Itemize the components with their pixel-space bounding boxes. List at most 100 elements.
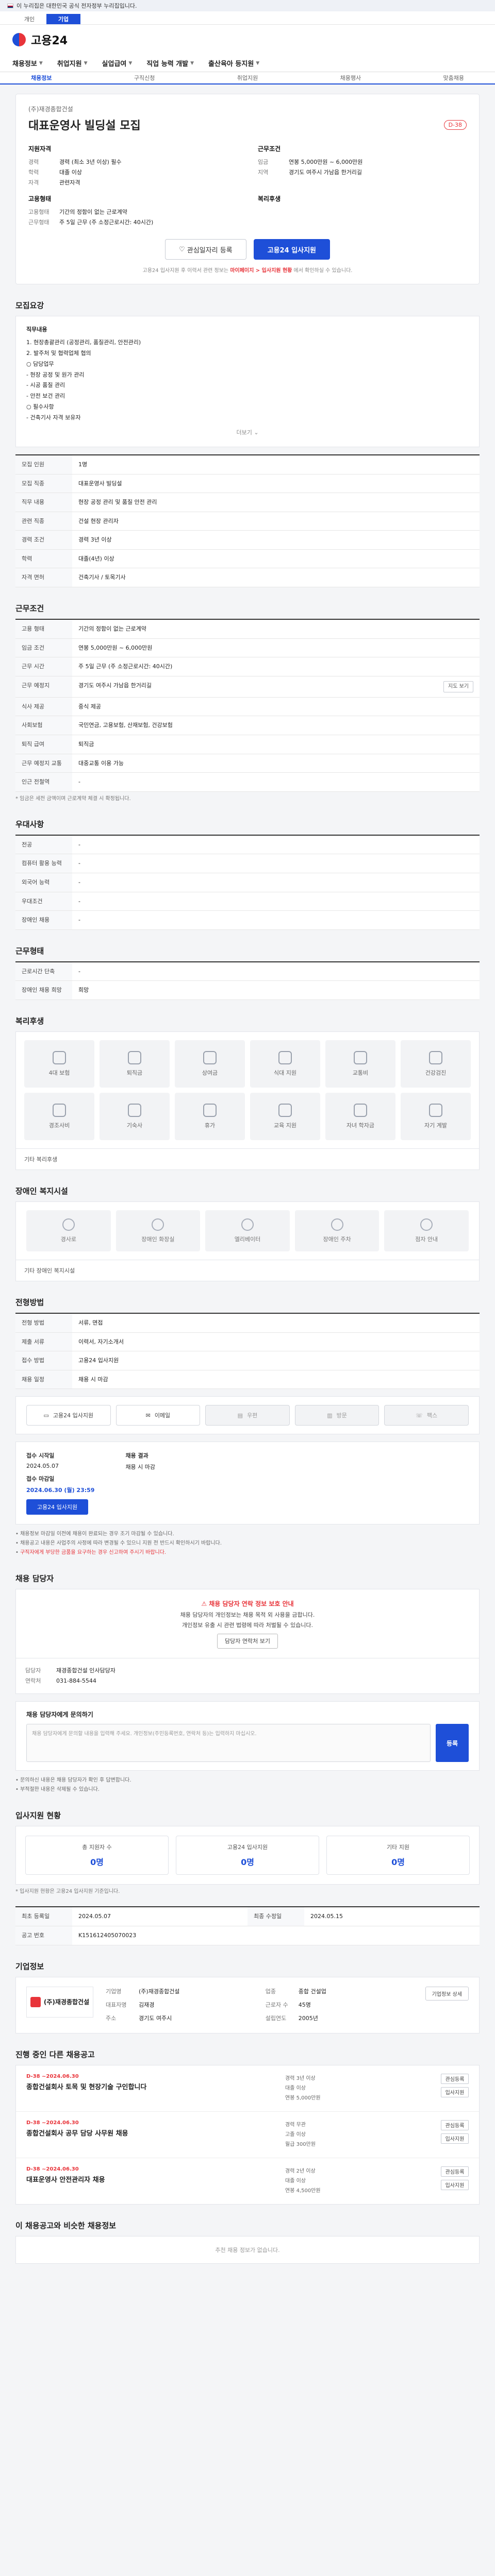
row-key: 근무 시간 <box>15 657 72 676</box>
job-title-text: 대표운영사 빌딩설 모집 <box>28 120 141 132</box>
deadline-apply-button[interactable]: 고용24 입사지원 <box>26 1499 88 1515</box>
disability-label: 점자 안내 <box>415 1235 438 1243</box>
nav-skill-development[interactable]: 직업 능력 개발 ▼ <box>146 58 194 68</box>
company-name[interactable]: (주)재경종합건설 <box>28 105 467 113</box>
job-info: D-38 ~2024.06.30 종합건설회사 토목 및 현장기술 구인합니다 <box>26 2074 243 2103</box>
apply-button[interactable]: 입사지원 <box>441 2133 469 2144</box>
welfare-block: 복리후생 <box>258 194 467 228</box>
table-row: 인근 전철역 - <box>15 772 480 792</box>
subnav-jobs[interactable]: 채용정보 <box>31 74 52 82</box>
nav-unemployment-benefit[interactable]: 실업급여 ▼ <box>102 58 133 68</box>
interest-button[interactable]: ♡ 관심일자리 등록 <box>164 239 246 260</box>
apply-button[interactable]: 입사지원 <box>441 2179 469 2190</box>
korea-flag-icon <box>7 3 13 8</box>
insurance-icon <box>53 1050 66 1064</box>
subnav-support[interactable]: 취업지원 <box>237 74 258 82</box>
row-key: 학력 <box>15 549 72 569</box>
employment-form-block: 고용형태 고용형태 기간의 정함이 없는 근로계약 근무형태 주 5일 근무 (주 … <box>28 194 237 228</box>
subnav-custom[interactable]: 맞춤채용 <box>443 74 464 82</box>
job-meta: 경력 2년 이상 대졸 이상 연봉 4,500만원 <box>285 2166 399 2196</box>
apply-button[interactable]: 입사지원 <box>441 2087 469 2097</box>
row-key: 제출 서류 <box>15 1332 72 1352</box>
subnav-events[interactable]: 채용행사 <box>340 74 361 82</box>
address-text: 경기도 여주시 가남읍 한거리길 <box>78 682 152 689</box>
stats-row: 총 지원자 수 0명 고용24 입사지원 0명 기타 지원 0명 <box>15 1826 480 1885</box>
registration-table: 최초 등록일 2024.05.07 최종 수정일 2024.05.15 공고 번호 K… <box>15 1906 480 1945</box>
kv-key: 학력 <box>28 169 39 176</box>
subnav-job-seek[interactable]: 구직신청 <box>134 74 155 82</box>
duty-line: ○ 담당업무 <box>26 360 54 367</box>
notice-text: 에서 확인하실 수 있습니다. <box>293 268 353 274</box>
monitor-icon: ▭ <box>43 1412 49 1419</box>
row-value: - <box>72 892 480 911</box>
inquiry-submit-button[interactable]: 등록 <box>436 1724 469 1762</box>
site-logo[interactable]: 고용24 <box>31 31 68 48</box>
row-key: 근무 예정지 교통 <box>15 754 72 773</box>
section-prefer: 우대사항 <box>15 819 480 829</box>
row-key: 자격 면허 <box>15 568 72 588</box>
welfare-label: 휴가 <box>204 1122 216 1129</box>
tab-personal[interactable]: 개인 <box>12 14 46 24</box>
nav-jobs[interactable]: 채용정보 ▼ <box>12 58 43 68</box>
duty-line: ○ 필수사항 <box>26 403 54 411</box>
kv-key: 자격 <box>28 179 39 186</box>
nav-childcare-support[interactable]: 출산육아 등지원 ▼ <box>208 58 259 68</box>
bullet-text: 채용정보 마감일 이전에 채용이 완료되는 경우 조기 마감될 수 있습니다. <box>20 1531 174 1537</box>
inquiry-box: 채용 담당자에게 문의할 내용을 입력해 주세요. 개인정보(주민등록번호, 연… <box>26 1724 469 1762</box>
inquiry-textarea[interactable]: 채용 담당자에게 문의할 내용을 입력해 주세요. 개인정보(주민등록번호, 연… <box>26 1724 431 1762</box>
duty-more-button[interactable]: 더보기 ⌄ <box>26 428 469 438</box>
meta-line: 대졸 이상 <box>285 2085 306 2091</box>
welfare-item: 식대 지원 <box>250 1040 320 1088</box>
kv-value: (주)재경종합건설 <box>139 1988 180 1995</box>
inquiry-section: 채용 담당자에게 문의하기 채용 담당자에게 문의할 내용을 입력해 주세요. … <box>15 1701 480 1771</box>
action-buttons: ♡ 관심일자리 등록 고용24 입사지원 <box>28 239 467 260</box>
apply-method-post: ▤ 우편 <box>205 1405 290 1426</box>
job-link[interactable]: 종합건설회사 공무 담당 사무원 채용 <box>26 2128 243 2138</box>
kv-key: 경력 <box>28 159 39 165</box>
list-item: D-38 ~2024.06.30 종합건설회사 토목 및 현장기술 구인합니다 경… <box>16 2065 479 2112</box>
company-detail-button[interactable]: 기업정보 상세 <box>425 1986 469 2001</box>
row-key: 전형 방법 <box>15 1313 72 1333</box>
table-row: 학력 대졸(4년) 이상 <box>15 549 480 569</box>
row-key: 우대조건 <box>15 892 72 911</box>
row-value: 서류, 면접 <box>72 1313 480 1333</box>
job-link[interactable]: 종합건설회사 토목 및 현장기술 구인합니다 <box>26 2081 243 2091</box>
welfare-item: 휴가 <box>175 1092 245 1140</box>
bullet-text: 문의하신 내용은 채용 담당자가 확인 후 답변합니다. <box>20 1777 131 1784</box>
stat-card: 기타 지원 0명 <box>326 1836 470 1875</box>
nav-employment-support[interactable]: 취업지원 ▼ <box>57 58 88 68</box>
table-row: 퇴직 급여 퇴직금 <box>15 735 480 754</box>
bullet-text: 채용공고 내용은 사업주의 사정에 따라 변경될 수 있으니 지원 전 반드시 … <box>20 1540 222 1547</box>
row-key: 접수 방법 <box>15 1351 72 1370</box>
welfare-item: 교통비 <box>325 1040 395 1088</box>
row-value: 건설 현장 관리자 <box>72 512 480 531</box>
fax-icon: ☏ <box>416 1412 423 1419</box>
prefer-table: 전공 - 컴퓨터 활용 능력 - 외국어 능력 - 우대조건 - 장애인 채용 - <box>15 834 480 930</box>
welfare-item: 건강검진 <box>401 1040 471 1088</box>
building-icon: ▥ <box>327 1412 333 1419</box>
notice-highlight[interactable]: 마이페이지 > 입사지원 현황 <box>230 268 292 274</box>
job-link[interactable]: 대표운영사 안전관리자 채용 <box>26 2174 243 2184</box>
interest-button[interactable]: 관심등록 <box>441 2166 469 2177</box>
job-dday: D-38 ~2024.06.30 <box>26 2120 79 2126</box>
map-button[interactable]: 지도 보기 <box>443 681 473 692</box>
row-key: 외국어 능력 <box>15 873 72 892</box>
duty-line: - 안전 보건 관리 <box>26 393 65 400</box>
section-other-jobs: 진행 중인 다른 채용공고 <box>15 2049 480 2060</box>
apply-button[interactable]: 고용24 입사지원 <box>253 239 331 260</box>
welfare-label: 기숙사 <box>126 1122 143 1129</box>
interest-button[interactable]: 관심등록 <box>441 2120 469 2130</box>
disability-grid: 경사로 장애인 화장실 엘리베이터 장애인 주차 점자 안내 <box>15 1201 480 1260</box>
row-value: 고용24 입사지원 <box>72 1351 480 1370</box>
braille-icon <box>420 1218 433 1231</box>
row-value: 국민연금, 고용보험, 산재보험, 건강보험 <box>72 716 480 736</box>
interest-button[interactable]: 관심등록 <box>441 2073 469 2084</box>
condition-block: 근무조건 임금 연봉 5,000만원 ~ 6,000만원 지역 경기도 여주시 가남… <box>258 144 467 188</box>
table-row: 근무 시간 주 5일 근무 (주 소정근로시간: 40시간) <box>15 657 480 676</box>
tab-business[interactable]: 기업 <box>46 14 80 24</box>
logo-icon[interactable] <box>12 33 26 46</box>
kv-value: 김재경 <box>139 2001 155 2008</box>
show-contact-button[interactable]: 담당자 연락처 보기 <box>217 1633 278 1649</box>
gov-banner: 이 누리집은 대한민국 공식 전자정부 누리집입니다. <box>0 0 495 11</box>
nav-label: 취업지원 <box>57 60 82 68</box>
